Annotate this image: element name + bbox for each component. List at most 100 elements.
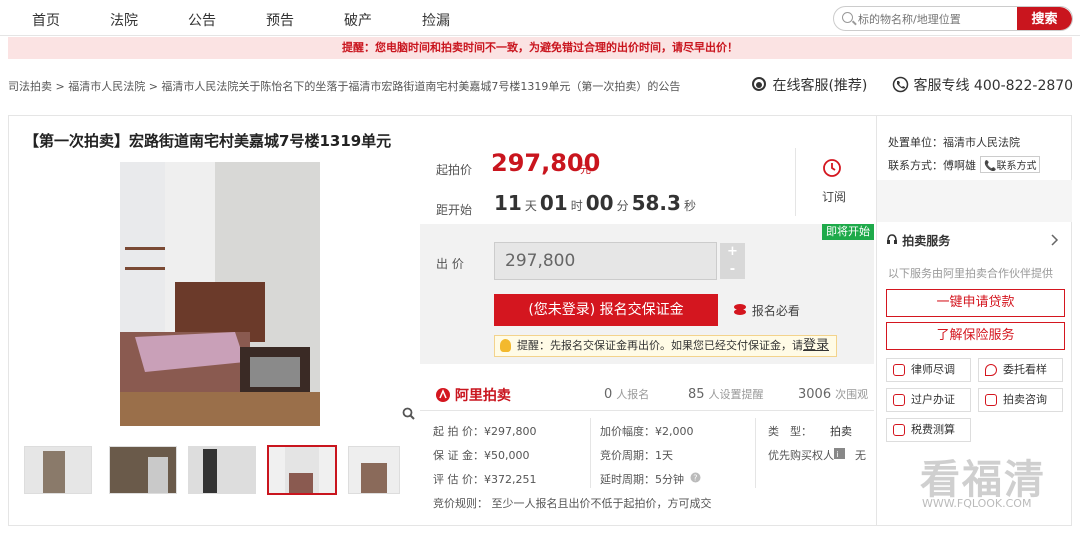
ali-auction-brand: 阿里拍卖 — [436, 385, 511, 405]
coins-icon — [734, 304, 746, 315]
nav-announcement[interactable]: 公告 — [188, 10, 216, 30]
ali-auction-logo-icon — [436, 388, 450, 402]
countdown-label: 距开始 — [436, 203, 473, 217]
nav-preview[interactable]: 预告 — [266, 10, 294, 30]
svg-text:?: ? — [693, 474, 697, 483]
divider — [420, 410, 874, 411]
lawyer-icon — [893, 364, 905, 376]
lawyer-service-label: 律师尽调 — [911, 363, 955, 376]
consult-service-button[interactable]: 拍卖咨询 — [978, 388, 1063, 412]
document-icon — [893, 394, 905, 406]
must-read-link[interactable]: 报名必看 — [732, 302, 800, 319]
contact-tag-label: 联系方式 — [996, 161, 1037, 172]
apply-loan-button[interactable]: 一键申请贷款 — [886, 289, 1065, 317]
countdown-seconds: 58.3 — [631, 191, 681, 215]
start-price-unit: 元 — [580, 163, 591, 176]
status-badge: 即将开始 — [822, 224, 874, 240]
thumbnail[interactable] — [188, 446, 256, 494]
contact-tag[interactable]: 📞联系方式 — [980, 156, 1041, 173]
apply-count-value: 0 — [604, 387, 613, 402]
transfer-service-label: 过户办证 — [911, 393, 955, 406]
minute-unit: 分 — [616, 199, 629, 213]
register-deposit-button[interactable]: (您未登录) 报名交保证金 — [494, 294, 718, 326]
nav-court[interactable]: 法院 — [110, 10, 138, 30]
tip-text: 提醒：先报名交保证金再出价。如果您已经交付保证金，请 — [517, 339, 803, 352]
search-box: 搜索 — [833, 6, 1073, 31]
sidebar-gap — [877, 180, 1072, 222]
apply-count-unit: 人报名 — [616, 388, 650, 401]
breadcrumb[interactable]: 司法拍卖 > 福清市人民法院 > 福清市人民法院关于陈怡名下的坐落于福清市宏路街… — [8, 78, 680, 94]
search-button[interactable]: 搜索 — [1017, 7, 1072, 30]
location-pin-icon — [985, 364, 997, 376]
viewing-service-label: 委托看样 — [1003, 363, 1047, 376]
contact-info: 联系方式：傅啊雄 📞联系方式 — [888, 156, 1041, 173]
headset-icon — [752, 77, 766, 91]
nav-bankruptcy[interactable]: 破产 — [344, 10, 372, 30]
transfer-service-button[interactable]: 过户办证 — [886, 388, 971, 412]
lawyer-service-button[interactable]: 律师尽调 — [886, 358, 971, 382]
remind-count: 85 人设置提醒 — [688, 386, 764, 402]
decrease-bid-button[interactable]: - — [720, 261, 745, 279]
viewing-service-button[interactable]: 委托看样 — [978, 358, 1063, 382]
detail-delay: 延时周期：5分钟 — [600, 473, 684, 486]
login-link[interactable]: 登录 — [803, 338, 829, 353]
phone-icon — [892, 76, 909, 93]
bid-input[interactable]: 297,800 — [494, 242, 717, 280]
bid-label: 出 价 — [436, 257, 464, 271]
remind-count-value: 85 — [688, 387, 705, 402]
apply-count: 0 人报名 — [604, 386, 649, 402]
auction-services-title: 拍卖服务 — [902, 234, 951, 248]
detail-deposit: 保 证 金：¥50,000 — [433, 449, 530, 462]
auction-services-header[interactable]: 拍卖服务 — [886, 232, 950, 249]
time-warning-banner: 提醒：您电脑时间和拍卖时间不一致，为避免错过合理的出价时间，请尽早出价！ — [8, 37, 1072, 59]
view-count: 3006 次围观 — [798, 386, 868, 402]
detail-estimate: 评 估 价：¥372,251 — [433, 473, 537, 486]
detail-period: 竞价周期：1天 — [600, 449, 673, 462]
zoom-icon[interactable] — [402, 407, 415, 420]
thumbnail[interactable] — [348, 446, 400, 494]
countdown-timer: 11 天 01 时 00 分 58.3 秒 — [494, 191, 699, 215]
hour-unit: 时 — [570, 199, 583, 213]
view-count-value: 3006 — [798, 387, 832, 402]
consult-service-label: 拍卖咨询 — [1003, 393, 1047, 406]
detail-increment: 加价幅度：¥2,000 — [600, 425, 694, 438]
countdown-minutes: 00 — [585, 191, 614, 215]
increase-bid-button[interactable]: + — [720, 243, 745, 261]
main-photo[interactable] — [25, 162, 418, 426]
detail-type-label: 类 型： — [768, 425, 812, 438]
search-input[interactable] — [858, 10, 1013, 28]
chevron-right-icon[interactable] — [1051, 234, 1059, 246]
countdown-hours: 01 — [539, 191, 568, 215]
hotline-number: 400-822-2870 — [973, 78, 1074, 94]
divider — [590, 418, 591, 488]
online-service-link[interactable]: 在线客服(推荐) — [750, 75, 867, 95]
thumbnail-selected[interactable] — [267, 445, 337, 495]
insurance-button[interactable]: 了解保险服务 — [886, 322, 1065, 350]
divider — [755, 418, 756, 488]
hotline-label: 客服专线 — [913, 78, 970, 94]
subscribe-button[interactable]: 订阅 — [822, 188, 846, 205]
disposal-unit-value[interactable]: 福清市人民法院 — [943, 136, 1020, 149]
online-service-label: 在线客服(推荐) — [772, 78, 868, 94]
nav-bargain[interactable]: 捡漏 — [422, 10, 450, 30]
contact-label: 联系方式：傅啊雄 — [888, 159, 976, 172]
alarm-clock-icon[interactable] — [821, 156, 843, 178]
chat-icon — [985, 394, 997, 406]
info-icon[interactable]: i — [834, 448, 845, 459]
top-navigation: 首页 法院 公告 预告 破产 捡漏 搜索 — [0, 0, 1080, 36]
svg-text:i: i — [837, 450, 839, 459]
disposal-unit-label: 处置单位： — [888, 136, 943, 149]
detail-priority-value: 无 — [855, 449, 866, 462]
tax-service-button[interactable]: 税费测算 — [886, 418, 971, 442]
thumbnail[interactable] — [24, 446, 92, 494]
disposal-unit: 处置单位：福清市人民法院 — [888, 134, 1020, 150]
divider — [795, 148, 796, 216]
thumbnail[interactable] — [109, 446, 177, 494]
deposit-tip: 提醒：先报名交保证金再出价。如果您已经交付保证金，请登录 — [494, 335, 837, 357]
nav-home[interactable]: 首页 — [32, 10, 60, 30]
lot-title: 【第一次拍卖】宏路街道南宅村美嘉城7号楼1319单元 — [24, 132, 392, 150]
detail-rule: 竞价规则： 至少一人报名且出价不低于起拍价，方可成交 — [433, 497, 712, 510]
second-unit: 秒 — [683, 199, 696, 213]
lightbulb-icon — [500, 339, 511, 352]
help-icon[interactable]: ? — [690, 472, 701, 483]
